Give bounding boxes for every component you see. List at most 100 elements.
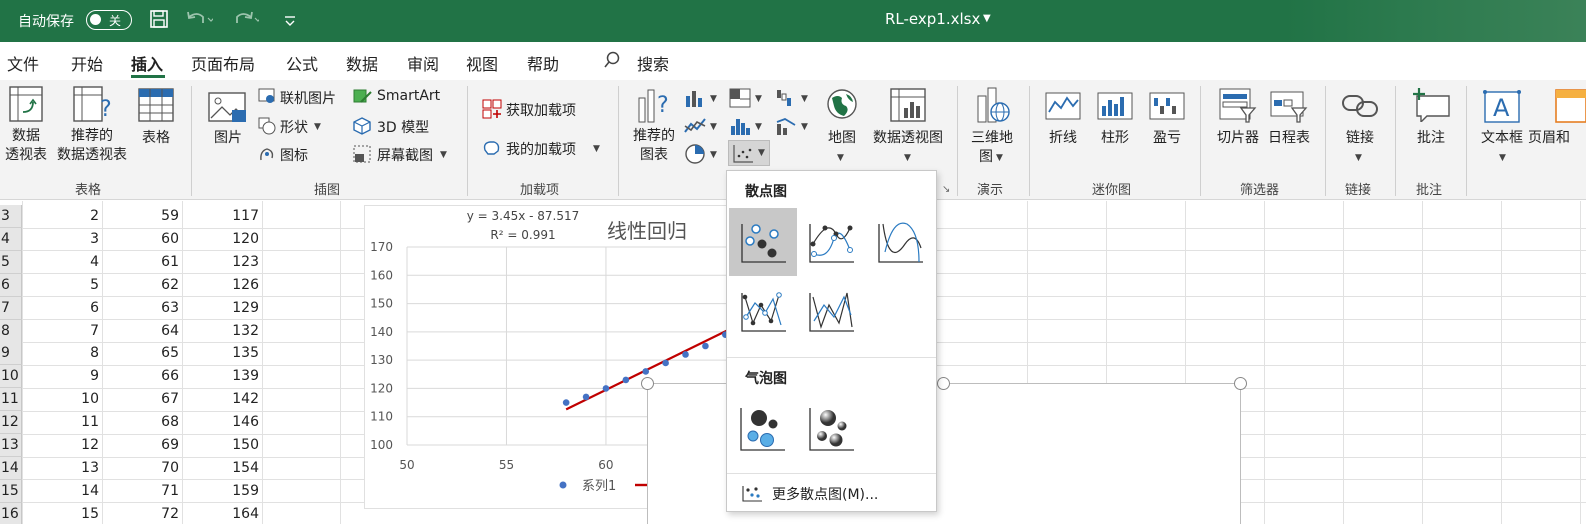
screenshot-dropdown-icon[interactable]: ▼ <box>440 150 447 160</box>
recommended-pivot-label-2[interactable]: 数据透视表 <box>50 146 134 165</box>
table-cell[interactable]: 71 <box>103 480 182 503</box>
table-cell[interactable]: 64 <box>103 320 182 343</box>
waterfall-chart-dropdown-icon[interactable]: ▼ <box>801 94 808 104</box>
tab-home[interactable]: 开始 <box>71 51 103 75</box>
get-addins-label[interactable]: 获取加载项 <box>506 100 576 120</box>
search-icon[interactable] <box>603 51 621 74</box>
recommended-charts-label-1[interactable]: 推荐的 <box>628 127 680 146</box>
maps-label[interactable]: 地图 <box>822 129 862 148</box>
pivot-table-icon[interactable] <box>9 86 43 126</box>
picture-icon[interactable] <box>208 92 248 128</box>
slicer-icon[interactable] <box>1219 88 1257 128</box>
my-addins-label[interactable]: 我的加载项 <box>506 139 576 159</box>
more-scatter-charts-link[interactable]: 更多散点图(M)... <box>772 484 878 504</box>
3d-model-icon[interactable] <box>353 117 371 139</box>
row-header[interactable]: 10 <box>0 365 22 389</box>
row-header[interactable]: 16 <box>0 502 22 524</box>
my-addins-icon[interactable] <box>482 138 502 162</box>
comment-icon[interactable] <box>1411 88 1451 126</box>
link-icon[interactable] <box>1341 90 1379 126</box>
tab-review[interactable]: 审阅 <box>407 51 439 75</box>
table-cell[interactable]: 61 <box>103 251 182 274</box>
link-label[interactable]: 链接 <box>1340 129 1380 148</box>
sparkline-column-icon[interactable] <box>1097 92 1133 124</box>
resize-handle[interactable] <box>937 377 950 390</box>
table-cell[interactable]: 13 <box>23 457 102 480</box>
table-cell[interactable]: 67 <box>103 388 182 411</box>
textbox-icon[interactable]: A <box>1483 88 1521 128</box>
recommended-pivot-icon[interactable]: ? <box>73 86 113 128</box>
scatter-smooth-lines-option[interactable] <box>867 208 935 276</box>
row-header[interactable]: 11 <box>0 388 22 412</box>
smartart-label[interactable]: SmartArt <box>377 88 440 104</box>
bubble-option[interactable] <box>729 394 797 462</box>
pivot-chart-dropdown-icon[interactable]: ▼ <box>904 153 911 163</box>
table-cell[interactable]: 129 <box>183 297 262 320</box>
table-cell[interactable]: 6 <box>23 297 102 320</box>
row-header[interactable]: 12 <box>0 411 22 435</box>
table-label[interactable]: 表格 <box>136 129 176 148</box>
shapes-dropdown-icon[interactable]: ▼ <box>314 122 321 132</box>
table-cell[interactable]: 4 <box>23 251 102 274</box>
row-header[interactable]: 4 <box>0 227 22 251</box>
3d-model-label[interactable]: 3D 模型 <box>377 117 429 137</box>
table-cell[interactable]: 70 <box>103 457 182 480</box>
get-addins-icon[interactable] <box>482 99 502 123</box>
scatter-chart-dropdown-icon[interactable]: ▼ <box>758 148 765 158</box>
icons-label[interactable]: 图标 <box>280 145 308 165</box>
table-cell[interactable]: 164 <box>183 503 262 524</box>
shapes-icon[interactable] <box>258 117 276 139</box>
combo-chart-icon[interactable] <box>775 116 797 140</box>
header-footer-label[interactable]: 页眉和 <box>1528 129 1586 148</box>
table-cell[interactable]: 123 <box>183 251 262 274</box>
tab-page-layout[interactable]: 页面布局 <box>191 51 255 75</box>
row-header[interactable]: 6 <box>0 273 22 297</box>
table-cell[interactable]: 14 <box>23 480 102 503</box>
filename-caret-icon[interactable]: ▼ <box>983 13 991 24</box>
comment-label[interactable]: 批注 <box>1411 129 1451 148</box>
table-cell[interactable]: 11 <box>23 411 102 434</box>
3d-map-label-1[interactable]: 三维地 <box>966 129 1018 148</box>
pivot-table-label-2[interactable]: 透视表 <box>1 146 51 165</box>
table-cell[interactable]: 142 <box>183 388 262 411</box>
search-label[interactable]: 搜索 <box>637 51 669 75</box>
row-header[interactable]: 13 <box>0 434 22 457</box>
tab-formulas[interactable]: 公式 <box>286 51 318 75</box>
sparkline-winloss-label[interactable]: 盈亏 <box>1147 129 1187 148</box>
table-cell[interactable]: 12 <box>23 434 102 457</box>
sparkline-winloss-icon[interactable] <box>1149 92 1185 124</box>
table-cell[interactable]: 139 <box>183 365 262 388</box>
scatter-straight-markers-option[interactable] <box>729 277 797 345</box>
line-chart-dropdown-icon[interactable]: ▼ <box>710 122 717 132</box>
tab-data[interactable]: 数据 <box>346 51 378 75</box>
statistic-chart-dropdown-icon[interactable]: ▼ <box>755 122 762 132</box>
smartart-icon[interactable] <box>353 88 373 108</box>
row-header[interactable]: 7 <box>0 296 22 320</box>
icons-icon[interactable] <box>258 145 276 167</box>
3d-map-label-2[interactable]: 图 <box>976 148 996 167</box>
customize-qat-icon[interactable] <box>283 12 297 33</box>
sparkline-line-icon[interactable] <box>1045 92 1081 124</box>
table-cell[interactable]: 5 <box>23 274 102 297</box>
online-picture-icon[interactable] <box>258 88 276 108</box>
shapes-label[interactable]: 形状 <box>280 117 308 137</box>
row-header[interactable]: 14 <box>0 456 22 480</box>
table-cell[interactable]: 132 <box>183 320 262 343</box>
table-cell[interactable]: 68 <box>103 411 182 434</box>
table-icon[interactable] <box>138 88 174 126</box>
timeline-label[interactable]: 日程表 <box>1264 129 1314 148</box>
row-header[interactable]: 5 <box>0 250 22 274</box>
slicer-label[interactable]: 切片器 <box>1213 129 1263 148</box>
scatter-chart-button[interactable]: ▼ <box>728 140 770 166</box>
table-cell[interactable]: 66 <box>103 365 182 388</box>
row-header[interactable]: 9 <box>0 342 22 366</box>
column-chart-dropdown-icon[interactable]: ▼ <box>710 94 717 104</box>
sparkline-column-label[interactable]: 柱形 <box>1095 129 1135 148</box>
sparkline-line-label[interactable]: 折线 <box>1043 129 1083 148</box>
pivot-chart-label[interactable]: 数据透视图 <box>866 129 950 148</box>
pie-chart-dropdown-icon[interactable]: ▼ <box>710 150 717 160</box>
online-picture-label[interactable]: 联机图片 <box>280 88 336 108</box>
timeline-icon[interactable] <box>1270 88 1308 128</box>
table-cell[interactable]: 120 <box>183 228 262 251</box>
recommended-charts-icon[interactable]: ? <box>637 86 675 128</box>
